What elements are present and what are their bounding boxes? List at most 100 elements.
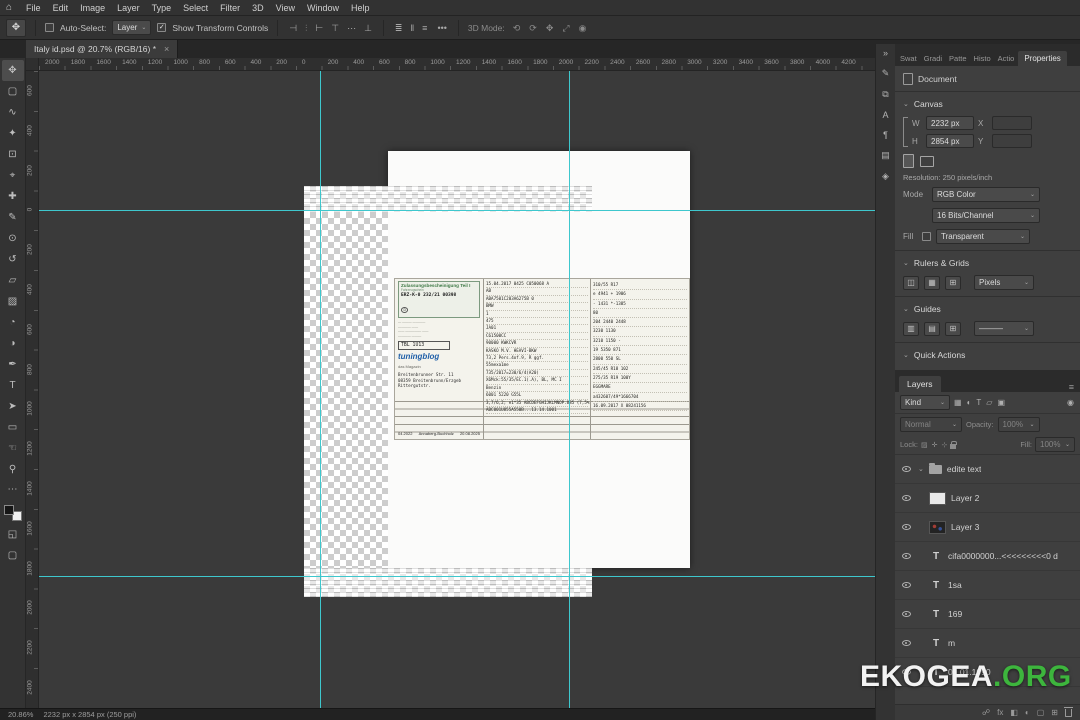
- blend-mode-dropdown[interactable]: Normal ⌄: [900, 417, 962, 432]
- menu-item[interactable]: Select: [177, 3, 214, 13]
- section-rulers-grids[interactable]: ⌄ Rulers & Grids: [895, 254, 1080, 272]
- y-field[interactable]: [992, 134, 1032, 148]
- lock-pixels-icon[interactable]: ✛: [932, 441, 938, 449]
- close-icon[interactable]: ×: [164, 44, 169, 54]
- vertical-guide[interactable]: [320, 71, 321, 708]
- layer-row[interactable]: T 01.01.1990: [895, 658, 1080, 687]
- tab-layers[interactable]: Layers: [899, 376, 941, 392]
- menu-item[interactable]: Type: [146, 3, 178, 13]
- tab-histogram[interactable]: Histo: [971, 51, 994, 66]
- x-field[interactable]: [992, 116, 1032, 130]
- eyedropper-tool[interactable]: ⌖: [2, 165, 24, 186]
- horizontal-guide[interactable]: [39, 576, 875, 577]
- ruler-origin-corner[interactable]: [26, 58, 39, 71]
- width-field[interactable]: 2232 px: [926, 116, 974, 130]
- new-layer-icon[interactable]: ⊞: [1051, 708, 1058, 717]
- shape-tool[interactable]: ▭: [2, 417, 24, 438]
- horizontal-guide[interactable]: [39, 210, 875, 211]
- color-swatches[interactable]: [3, 505, 22, 521]
- canvas-viewport[interactable]: Zulassungsbescheinigung Teil I Fahrzeugs…: [39, 71, 875, 708]
- filter-adjustment-layers-icon[interactable]: ◐: [966, 398, 973, 407]
- visibility-eye-icon[interactable]: [899, 553, 913, 559]
- quick-mask-icon[interactable]: ◱: [2, 525, 24, 546]
- visibility-eye-icon[interactable]: [899, 582, 913, 588]
- guide-style-dropdown[interactable]: ——— ⌄: [974, 321, 1034, 336]
- blur-tool[interactable]: ◔: [2, 312, 24, 333]
- new-guide-icon[interactable]: ▥: [903, 321, 919, 336]
- show-transform-checkbox[interactable]: ✓: [157, 23, 167, 32]
- lock-all-icon[interactable]: [950, 440, 958, 449]
- clone-stamp-tool[interactable]: ⊙: [2, 228, 24, 249]
- chevron-down-icon[interactable]: ⌄: [918, 465, 924, 473]
- fill-dropdown[interactable]: Transparent ⌄: [936, 229, 1030, 244]
- link-layers-icon[interactable]: ☍: [982, 708, 990, 717]
- zoom-tool[interactable]: ⚲: [2, 459, 24, 480]
- auto-select-checkbox[interactable]: [45, 23, 54, 32]
- visibility-eye-icon[interactable]: [899, 640, 913, 646]
- home-icon[interactable]: ⌂: [6, 2, 12, 13]
- 3d-roll-icon[interactable]: ⟳: [527, 21, 539, 35]
- menu-item[interactable]: Window: [301, 3, 345, 13]
- libraries-panel-icon[interactable]: ◈: [882, 171, 889, 182]
- collapse-panels-icon[interactable]: »: [883, 48, 888, 58]
- layer-row[interactable]: Layer 3: [895, 513, 1080, 542]
- layer-row[interactable]: T cifa0000000...<<<<<<<<<0 d: [895, 542, 1080, 571]
- filter-kind-dropdown[interactable]: Kind ⌄: [900, 395, 950, 410]
- visibility-eye-icon[interactable]: [899, 524, 913, 530]
- glyphs-panel-icon[interactable]: ▤: [881, 150, 890, 161]
- lock-transparency-icon[interactable]: ▨: [921, 441, 928, 449]
- lock-position-icon[interactable]: ⊹: [941, 441, 947, 449]
- brush-settings-panel-icon[interactable]: ✎: [882, 68, 890, 79]
- brush-tool[interactable]: ✎: [2, 207, 24, 228]
- move-tool[interactable]: ✥: [1, 60, 24, 81]
- 3d-slide-icon[interactable]: ⤢: [560, 21, 571, 35]
- menu-item[interactable]: File: [20, 3, 47, 13]
- filter-type-layers-icon[interactable]: T: [975, 398, 982, 407]
- landscape-orientation-icon[interactable]: [920, 155, 934, 167]
- grid-icon[interactable]: ▦: [924, 275, 940, 290]
- new-group-icon[interactable]: ▢: [1037, 708, 1045, 717]
- menu-item[interactable]: Image: [74, 3, 111, 13]
- visibility-eye-icon[interactable]: [899, 495, 913, 501]
- bit-depth-dropdown[interactable]: 16 Bits/Channel ⌄: [932, 208, 1040, 223]
- panel-menu-icon[interactable]: ≡: [1069, 382, 1076, 392]
- units-dropdown[interactable]: Pixels ⌄: [974, 275, 1034, 290]
- distribute-horizontal-icon[interactable]: ≣: [393, 21, 405, 35]
- section-guides[interactable]: ⌄ Guides: [895, 300, 1080, 318]
- gradient-tool[interactable]: ▨: [2, 291, 24, 312]
- grid-snap-icon[interactable]: ⊞: [945, 275, 961, 290]
- menu-item[interactable]: Filter: [214, 3, 246, 13]
- zoom-level-field[interactable]: 20.86%: [8, 710, 33, 719]
- lasso-tool[interactable]: ∿: [2, 102, 24, 123]
- visibility-eye-icon[interactable]: [899, 669, 913, 675]
- 3d-orbit-icon[interactable]: ⟲: [511, 21, 523, 35]
- opacity-dropdown[interactable]: 100% ⌄: [997, 417, 1040, 432]
- document-page[interactable]: Zulassungsbescheinigung Teil I Fahrzeugs…: [388, 151, 690, 568]
- portrait-orientation-icon[interactable]: [903, 154, 914, 168]
- color-mode-dropdown[interactable]: RGB Color ⌄: [932, 187, 1040, 202]
- menu-item[interactable]: Edit: [47, 3, 75, 13]
- healing-brush-tool[interactable]: ✚: [2, 186, 24, 207]
- edit-toolbar-icon[interactable]: ⋯: [2, 480, 24, 501]
- menu-item[interactable]: 3D: [246, 3, 270, 13]
- move-tool-option-icon[interactable]: ✥: [6, 18, 26, 37]
- eraser-tool[interactable]: ▱: [2, 270, 24, 291]
- history-brush-tool[interactable]: ↺: [2, 249, 24, 270]
- tab-patterns[interactable]: Patte: [946, 51, 970, 66]
- clear-guides-icon[interactable]: ⊞: [945, 321, 961, 336]
- type-tool[interactable]: T: [2, 375, 24, 396]
- layer-row[interactable]: T 169: [895, 600, 1080, 629]
- paragraph-panel-icon[interactable]: ¶: [883, 130, 888, 140]
- visibility-eye-icon[interactable]: [899, 611, 913, 617]
- menu-item[interactable]: Help: [345, 3, 376, 13]
- layer-mask-icon[interactable]: ◧: [1010, 708, 1018, 717]
- left-ruler[interactable]: 600 400 200 0 200 400 600 800 1000 1200 1400 1600 18…: [26, 71, 39, 708]
- vertical-guide[interactable]: [569, 71, 570, 708]
- ruler-icon[interactable]: ◫: [903, 275, 919, 290]
- 3d-pan-icon[interactable]: ✥: [544, 21, 556, 35]
- layer-row[interactable]: Layer 2: [895, 484, 1080, 513]
- tab-properties[interactable]: Properties: [1018, 51, 1067, 66]
- delete-layer-icon[interactable]: [1064, 706, 1073, 717]
- crop-tool[interactable]: ⊡: [2, 144, 24, 165]
- align-right-icon[interactable]: ⊢: [313, 21, 325, 35]
